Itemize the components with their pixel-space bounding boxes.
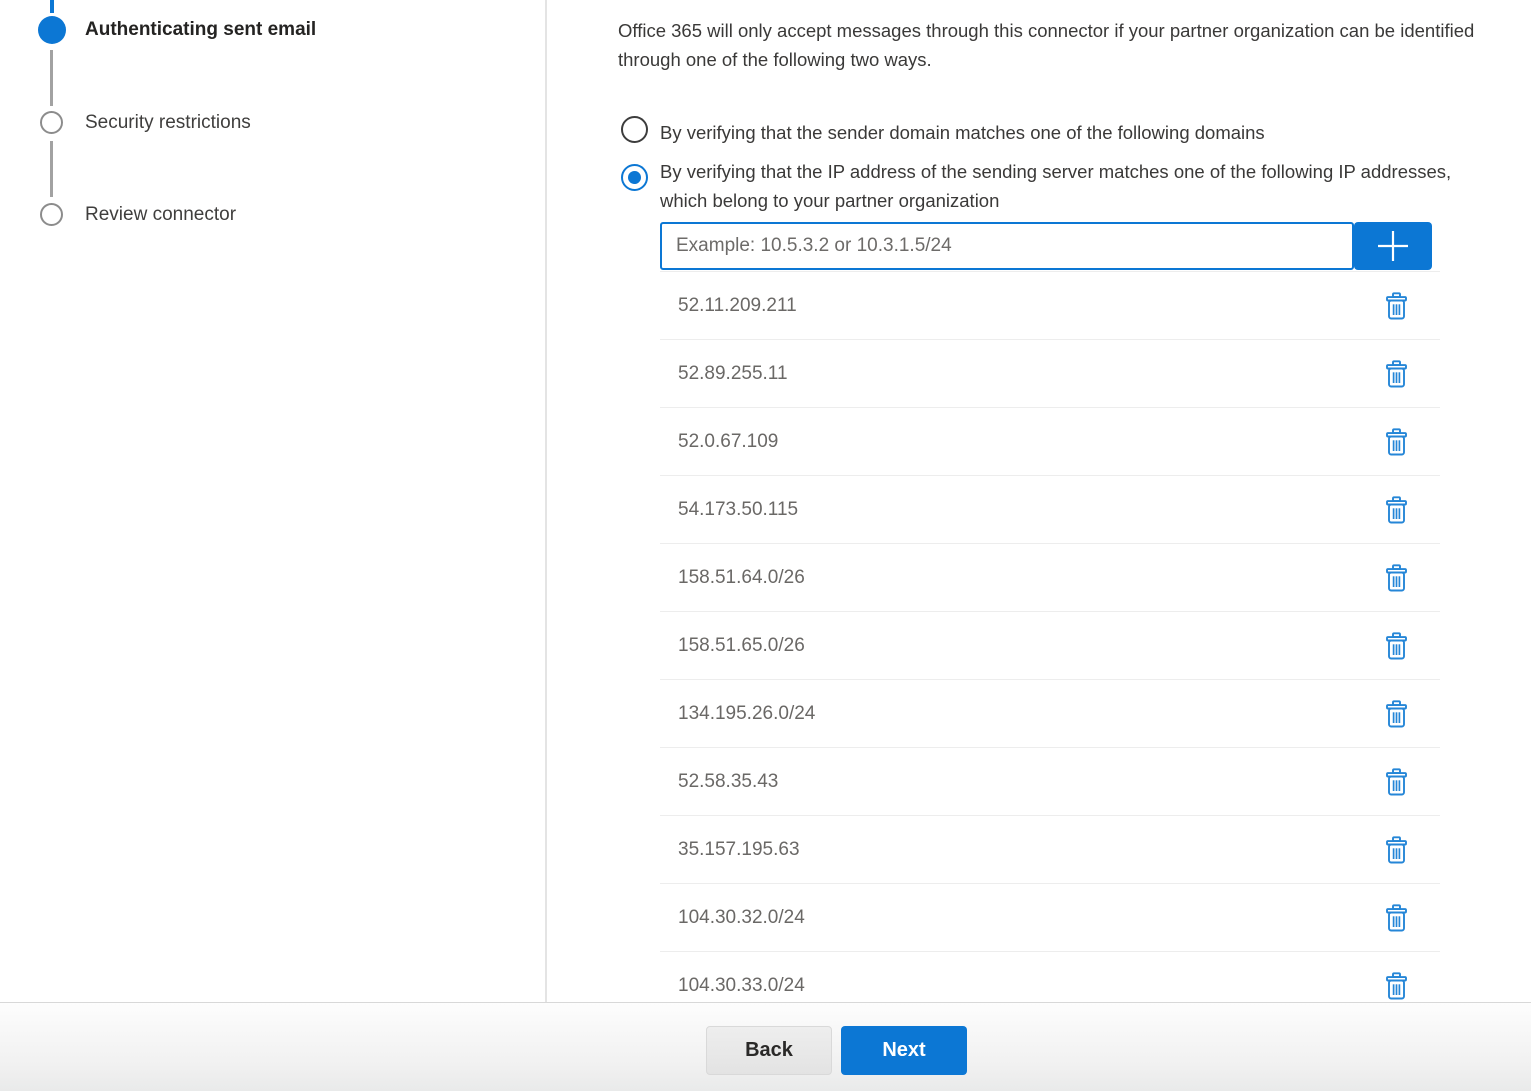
- trash-icon: [1385, 292, 1408, 320]
- ip-list-row: 104.30.32.0/24: [660, 884, 1440, 952]
- delete-ip-button[interactable]: [1383, 562, 1410, 594]
- stepper-connector: [50, 141, 53, 197]
- ip-address-list: 52.11.209.211 52.89.255.11: [660, 271, 1440, 1020]
- delete-ip-button[interactable]: [1383, 698, 1410, 730]
- step-upcoming-circle-icon: [40, 111, 63, 134]
- trash-icon: [1385, 768, 1408, 796]
- delete-ip-button[interactable]: [1383, 766, 1410, 798]
- ip-list-row: 158.51.64.0/26: [660, 544, 1440, 612]
- connector-wizard: Authenticating sent email Security restr…: [0, 0, 1531, 1091]
- ip-list-row: 52.89.255.11: [660, 340, 1440, 408]
- ip-address-input[interactable]: [660, 222, 1354, 270]
- ip-address-value: 52.58.35.43: [660, 771, 778, 793]
- radio-ip-address[interactable]: [621, 164, 648, 191]
- ip-list-row: 52.11.209.211: [660, 272, 1440, 340]
- trash-icon: [1385, 904, 1408, 932]
- step-description: Office 365 will only accept messages thr…: [618, 16, 1530, 74]
- ip-address-value: 52.0.67.109: [660, 431, 778, 453]
- stepper-item-authenticating-sent-email: Authenticating sent email: [85, 19, 316, 41]
- delete-ip-button[interactable]: [1383, 494, 1410, 526]
- wizard-stepper: Authenticating sent email Security restr…: [0, 0, 545, 1002]
- trash-icon: [1385, 428, 1408, 456]
- ip-address-value: 104.30.33.0/24: [660, 975, 805, 997]
- delete-ip-button[interactable]: [1383, 834, 1410, 866]
- ip-address-value: 54.173.50.115: [660, 499, 798, 521]
- trash-icon: [1385, 564, 1408, 592]
- wizard-footer: Back Next: [0, 1002, 1531, 1091]
- add-ip-button[interactable]: [1354, 222, 1432, 270]
- trash-icon: [1385, 836, 1408, 864]
- ip-address-value: 52.89.255.11: [660, 363, 788, 385]
- delete-ip-button[interactable]: [1383, 358, 1410, 390]
- trash-icon: [1385, 496, 1408, 524]
- ip-list-row: 52.58.35.43: [660, 748, 1440, 816]
- trash-icon: [1385, 972, 1408, 1000]
- trash-icon: [1385, 700, 1408, 728]
- radio-sender-domain-label[interactable]: By verifying that the sender domain matc…: [660, 118, 1265, 147]
- stepper-connector-top: [50, 0, 54, 13]
- ip-list-row: 134.195.26.0/24: [660, 680, 1440, 748]
- stepper-item-review-connector: Review connector: [85, 204, 236, 226]
- delete-ip-button[interactable]: [1383, 902, 1410, 934]
- step-current-circle-icon: [38, 16, 66, 44]
- trash-icon: [1385, 360, 1408, 388]
- ip-address-value: 52.11.209.211: [660, 295, 797, 317]
- trash-icon: [1385, 632, 1408, 660]
- delete-ip-button[interactable]: [1383, 426, 1410, 458]
- step-upcoming-circle-icon: [40, 203, 63, 226]
- ip-address-value: 158.51.64.0/26: [660, 567, 805, 589]
- ip-address-value: 158.51.65.0/26: [660, 635, 805, 657]
- ip-list-row: 52.0.67.109: [660, 408, 1440, 476]
- stepper-connector: [50, 50, 53, 106]
- panel-divider: [545, 0, 547, 1002]
- stepper-item-security-restrictions: Security restrictions: [85, 112, 251, 134]
- ip-address-value: 35.157.195.63: [660, 839, 800, 861]
- delete-ip-button[interactable]: [1383, 290, 1410, 322]
- radio-sender-domain[interactable]: [621, 116, 648, 143]
- plus-icon: [1377, 230, 1409, 262]
- back-button[interactable]: Back: [706, 1026, 832, 1075]
- next-button[interactable]: Next: [841, 1026, 967, 1075]
- ip-address-value: 134.195.26.0/24: [660, 703, 815, 725]
- delete-ip-button[interactable]: [1383, 630, 1410, 662]
- delete-ip-button[interactable]: [1383, 970, 1410, 1002]
- ip-list-row: 158.51.65.0/26: [660, 612, 1440, 680]
- ip-list-row: 54.173.50.115: [660, 476, 1440, 544]
- ip-address-value: 104.30.32.0/24: [660, 907, 805, 929]
- radio-selected-dot-icon: [628, 171, 641, 184]
- ip-list-row: 35.157.195.63: [660, 816, 1440, 884]
- radio-ip-address-label[interactable]: By verifying that the IP address of the …: [660, 157, 1482, 215]
